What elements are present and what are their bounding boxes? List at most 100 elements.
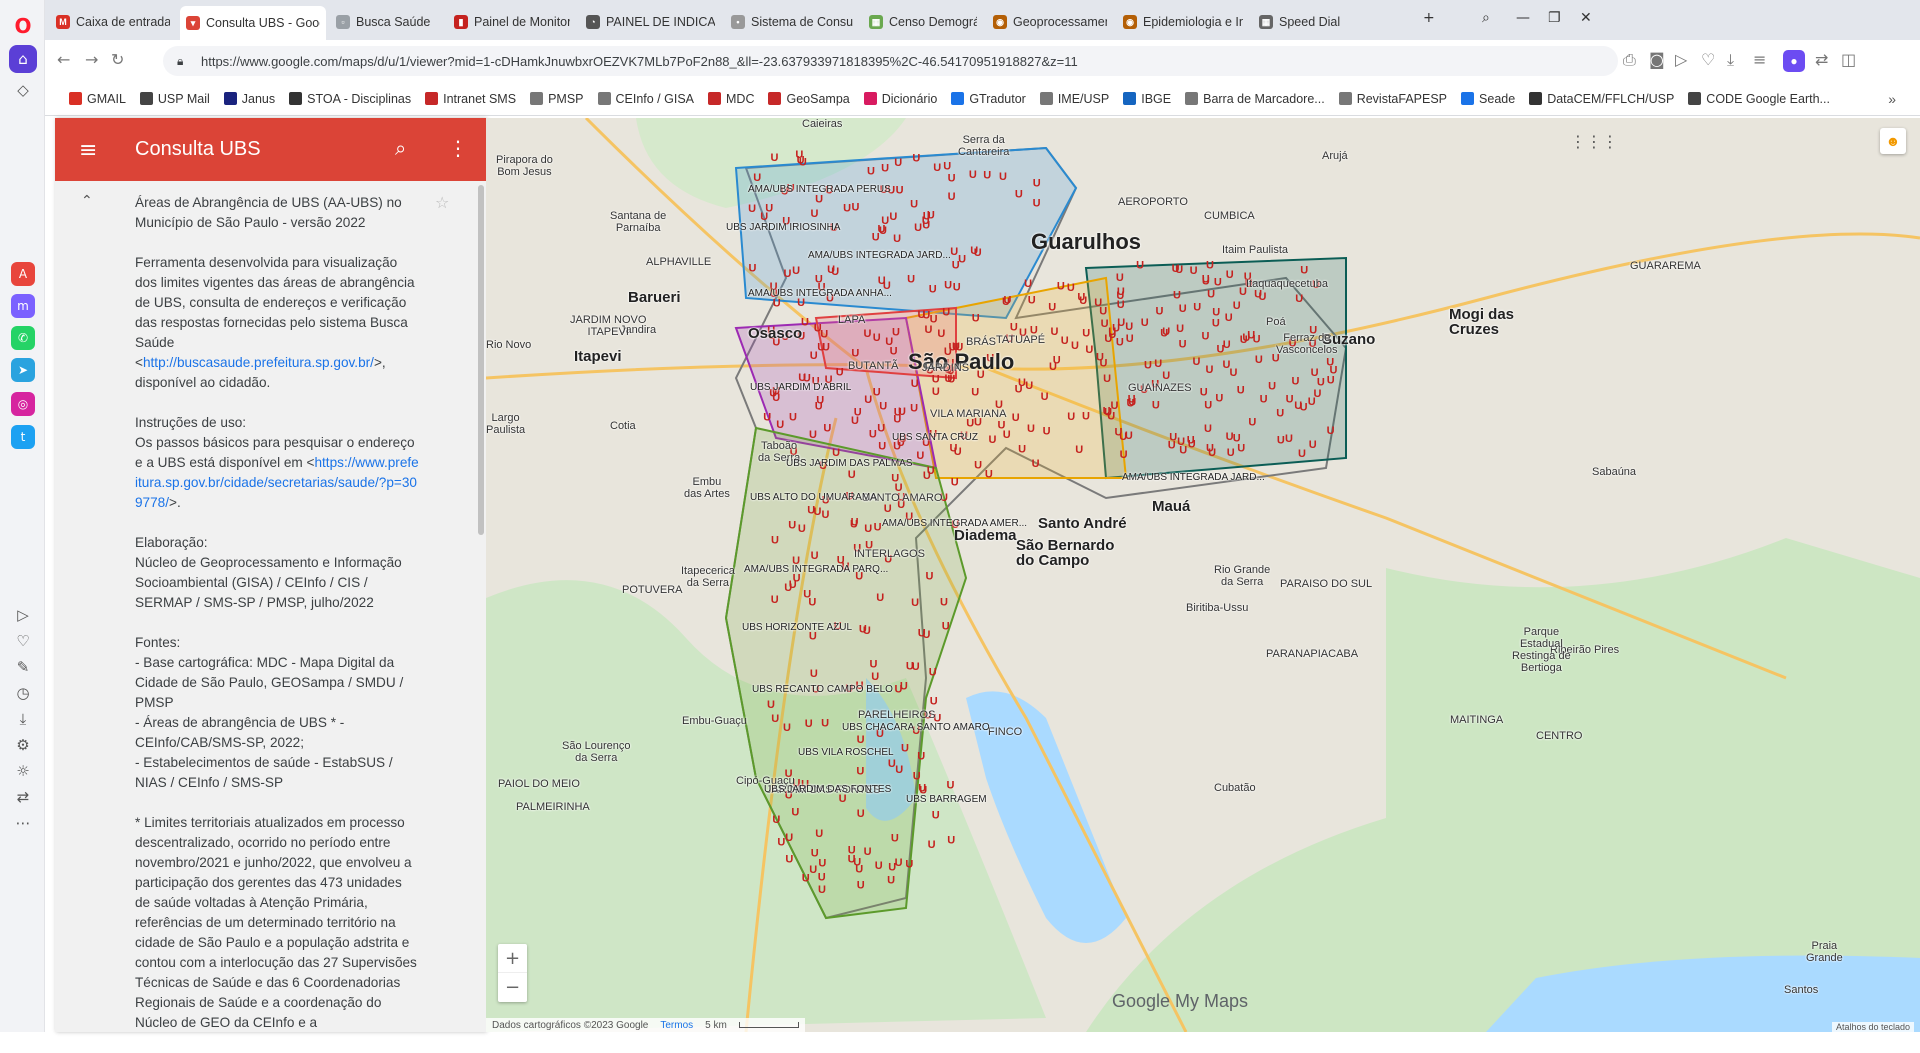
ubs-marker-icon[interactable]: U: [942, 621, 950, 633]
ubs-label[interactable]: AMA/UBS INTEGRADA PARQ...: [744, 564, 888, 575]
close-window-icon[interactable]: ✕: [1580, 10, 1592, 26]
camera-icon[interactable]: ◙: [1649, 50, 1665, 69]
ubs-marker-icon[interactable]: U: [1233, 300, 1241, 312]
ubs-marker-icon[interactable]: U: [1230, 367, 1238, 379]
zoom-out-button[interactable]: −: [498, 973, 527, 1002]
back-icon[interactable]: ←: [57, 50, 70, 69]
ubs-label[interactable]: UBS VILA ROSCHEL: [798, 747, 894, 758]
ubs-marker-icon[interactable]: U: [857, 734, 865, 746]
ubs-marker-icon[interactable]: U: [1015, 189, 1023, 201]
bookmark-item[interactable]: Dicionário: [863, 92, 937, 106]
tab-7[interactable]: ◉ Geoprocessamento e Info: [987, 8, 1113, 36]
ubs-label[interactable]: UBS RECANTO CAMPO BELO: [752, 684, 893, 695]
ubs-marker-icon[interactable]: U: [989, 434, 997, 446]
ubs-marker-icon[interactable]: U: [792, 265, 800, 277]
ubs-marker-icon[interactable]: U: [784, 268, 792, 280]
ubs-marker-icon[interactable]: U: [907, 274, 915, 286]
keyboard-shortcuts-link[interactable]: Atalhos do teclado: [1831, 1022, 1914, 1032]
bookmark-item[interactable]: CEInfo / GISA: [597, 92, 694, 106]
ubs-marker-icon[interactable]: U: [853, 857, 861, 869]
ubs-marker-icon[interactable]: U: [1119, 431, 1127, 443]
ubs-marker-icon[interactable]: U: [1300, 402, 1308, 414]
ubs-marker-icon[interactable]: U: [1061, 335, 1069, 347]
terms-link[interactable]: Termos: [660, 1020, 693, 1031]
ubs-marker-icon[interactable]: U: [943, 161, 951, 173]
bookmark-item[interactable]: GTradutor: [951, 92, 1026, 106]
ubs-marker-icon[interactable]: U: [1208, 447, 1216, 459]
zoom-in-button[interactable]: +: [498, 944, 527, 973]
map-canvas[interactable]: UUUUUUUUUUUUUUUUUUUUUUUUUUUUUUUUUUUUUUUU…: [486, 118, 1920, 1032]
ubs-marker-icon[interactable]: U: [1103, 406, 1111, 418]
ubs-marker-icon[interactable]: U: [1179, 338, 1187, 350]
bookmark-item[interactable]: IME/USP: [1039, 92, 1109, 106]
ubs-marker-icon[interactable]: U: [1082, 328, 1090, 340]
tab-search-icon[interactable]: ⌕: [1482, 10, 1490, 26]
ubs-marker-icon[interactable]: U: [879, 401, 887, 413]
ubs-marker-icon[interactable]: U: [1285, 433, 1293, 445]
collapse-chevron-icon[interactable]: ⌃: [81, 193, 93, 209]
edit-icon[interactable]: ✎: [11, 655, 35, 679]
ubs-marker-icon[interactable]: U: [811, 848, 819, 860]
ubs-marker-icon[interactable]: U: [893, 233, 901, 245]
ubs-marker-icon[interactable]: U: [850, 519, 858, 531]
ubs-marker-icon[interactable]: U: [905, 858, 913, 870]
apps-grid-icon[interactable]: ⋮⋮⋮: [1570, 132, 1618, 151]
ubs-marker-icon[interactable]: U: [785, 854, 793, 866]
ubs-marker-icon[interactable]: U: [802, 873, 810, 885]
ubs-marker-icon[interactable]: U: [945, 373, 953, 385]
ubs-marker-icon[interactable]: U: [783, 722, 791, 734]
bookmark-item[interactable]: Seade: [1461, 92, 1515, 106]
tab-4[interactable]: ◔ PAINEL DE INDICADORES: [580, 8, 721, 36]
ubs-marker-icon[interactable]: U: [767, 699, 775, 711]
ubs-marker-icon[interactable]: U: [893, 413, 901, 425]
ubs-marker-icon[interactable]: U: [1112, 323, 1120, 335]
ubs-marker-icon[interactable]: U: [954, 446, 962, 458]
bookmark-item[interactable]: CODE Google Earth...: [1688, 92, 1830, 106]
ubs-marker-icon[interactable]: U: [795, 149, 803, 161]
ubs-marker-icon[interactable]: U: [1012, 412, 1020, 424]
bookmark-item[interactable]: Janus: [223, 92, 275, 106]
ubs-marker-icon[interactable]: U: [854, 407, 862, 419]
bookmark-item[interactable]: Intranet SMS: [425, 92, 516, 106]
ubs-marker-icon[interactable]: U: [1141, 317, 1149, 329]
ubs-marker-icon[interactable]: U: [947, 779, 955, 791]
ubs-marker-icon[interactable]: U: [1298, 448, 1306, 460]
ubs-marker-icon[interactable]: U: [1025, 380, 1033, 392]
ubs-marker-icon[interactable]: U: [753, 172, 761, 184]
ubs-marker-icon[interactable]: U: [1082, 411, 1090, 423]
ubs-marker-icon[interactable]: U: [932, 386, 940, 398]
ubs-marker-icon[interactable]: U: [867, 165, 875, 177]
ubs-marker-icon[interactable]: U: [1276, 408, 1284, 420]
ubs-marker-icon[interactable]: U: [1085, 344, 1093, 356]
ubs-marker-icon[interactable]: U: [1079, 295, 1087, 307]
bookmark-item[interactable]: RevistaFAPESP: [1338, 92, 1447, 106]
ubs-marker-icon[interactable]: U: [823, 423, 831, 435]
ubs-marker-icon[interactable]: U: [1033, 198, 1041, 210]
ubs-marker-icon[interactable]: U: [1255, 354, 1263, 366]
ubs-marker-icon[interactable]: U: [892, 326, 900, 338]
ubs-label[interactable]: UBS JARDIM DAS PALMAS: [786, 458, 913, 469]
tab-9[interactable]: ▦ Speed Dial: [1253, 8, 1403, 36]
ubs-marker-icon[interactable]: U: [875, 860, 883, 872]
heart-icon[interactable]: ♡: [11, 629, 35, 653]
ubs-marker-icon[interactable]: U: [923, 629, 931, 641]
ubs-marker-icon[interactable]: U: [877, 422, 885, 434]
bookmark-item[interactable]: MDC: [708, 92, 754, 106]
ubs-marker-icon[interactable]: U: [1247, 329, 1255, 341]
ubs-marker-icon[interactable]: U: [1101, 318, 1109, 330]
lightbulb-icon[interactable]: ☼: [11, 759, 35, 783]
tab-3[interactable]: ▮ Painel de Monitorament: [448, 8, 576, 36]
ubs-marker-icon[interactable]: U: [815, 193, 823, 205]
ubs-marker-icon[interactable]: U: [1067, 282, 1075, 294]
ubs-marker-icon[interactable]: U: [1200, 386, 1208, 398]
tab-0[interactable]: M Caixa de entrada (20) - n: [50, 8, 176, 36]
ubs-marker-icon[interactable]: U: [1292, 376, 1300, 388]
ubs-marker-icon[interactable]: U: [895, 684, 903, 696]
ubs-marker-icon[interactable]: U: [944, 279, 952, 291]
ubs-marker-icon[interactable]: U: [1116, 337, 1124, 349]
ubs-marker-icon[interactable]: U: [1048, 302, 1056, 314]
tab-8[interactable]: ◉ Epidemiologia e Informa: [1117, 8, 1249, 36]
ubs-marker-icon[interactable]: U: [1268, 380, 1276, 392]
ubs-marker-icon[interactable]: U: [948, 173, 956, 185]
ubs-marker-icon[interactable]: U: [1179, 445, 1187, 457]
